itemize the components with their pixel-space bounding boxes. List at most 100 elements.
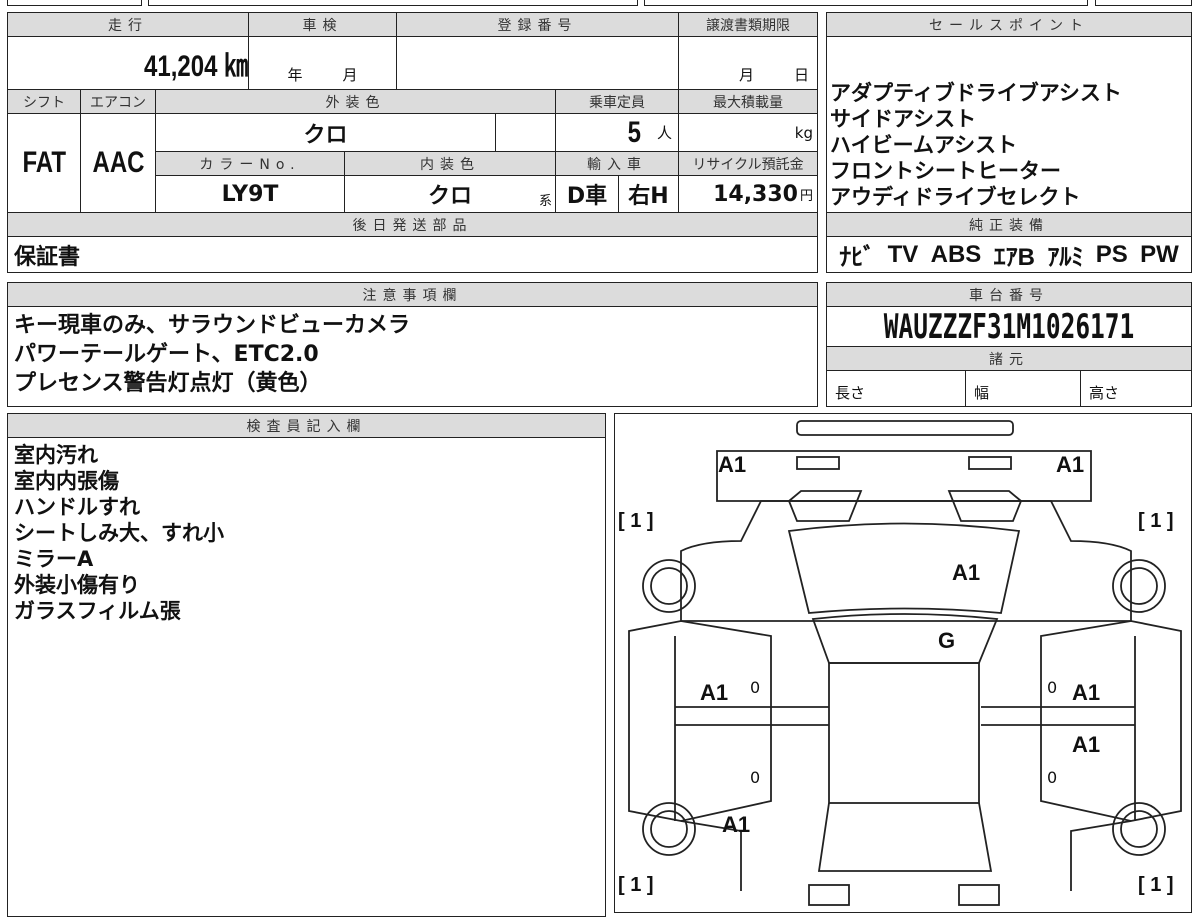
recycle-header: リサイクル預託金 xyxy=(678,151,818,176)
color-no-header: カラーNo. xyxy=(155,151,345,176)
tire-front-right: [ 1 ] xyxy=(1138,510,1174,532)
top-cell xyxy=(644,0,1088,6)
equipment-item: TV xyxy=(887,240,919,268)
later-parts-value: 保証書 xyxy=(7,236,818,273)
tire-rear-left: [ 1 ] xyxy=(618,874,654,896)
notes-header: 注意事項欄 xyxy=(7,282,818,307)
width-cell: 幅 xyxy=(965,370,1081,407)
import-handle-value: 右H xyxy=(618,175,679,213)
day-label: 日 xyxy=(793,66,809,84)
inspector-line: ハンドルすれ xyxy=(14,495,140,519)
registration-header: 登録番号 xyxy=(396,12,679,37)
recycle-unit: 円 xyxy=(799,188,813,204)
inspection-header: 車検 xyxy=(248,12,397,37)
sales-point: アウディドライブセレクト xyxy=(830,185,1081,209)
zero-mark: 0 xyxy=(1047,678,1058,697)
car-diagram xyxy=(614,413,1192,913)
front-left-mark: A1 xyxy=(718,452,747,477)
equipment-item: PW xyxy=(1140,240,1179,268)
front-right-mark: A1 xyxy=(1056,452,1085,477)
interior-color-text: クロ xyxy=(427,184,472,209)
windshield-mark: G xyxy=(938,628,956,653)
equipment-item: PS xyxy=(1095,240,1128,268)
transfer-deadline-value: 月日 xyxy=(678,36,818,90)
sales-points-header: セールスポイント xyxy=(826,12,1192,37)
import-header: 輸入車 xyxy=(555,151,679,176)
interior-suffix: 系 xyxy=(538,194,552,209)
equipment-item: ABS xyxy=(930,240,982,268)
capacity-value: 5人 xyxy=(555,113,679,152)
sales-point: サイドアシスト xyxy=(830,107,977,131)
inspector-line: シートしみ大、すれ小 xyxy=(14,521,224,545)
color-no-value: LY9T xyxy=(155,175,345,213)
height-cell: 高さ xyxy=(1080,370,1192,407)
zero-mark: 0 xyxy=(750,678,761,697)
left-rear-mark: A1 xyxy=(722,812,751,837)
recycle-text: 14,330 xyxy=(713,181,798,207)
top-cell xyxy=(1095,0,1192,6)
chassis-header: 車台番号 xyxy=(826,282,1192,307)
note-line: プレセンス警告灯点灯（黄色） xyxy=(14,371,322,396)
exterior-color-header: 外装色 xyxy=(155,89,556,114)
tire-rear-right: [ 1 ] xyxy=(1138,874,1174,896)
right-rear-door-mark: A1 xyxy=(1072,732,1101,757)
max-load-value: kg xyxy=(678,113,818,152)
sales-point: アダプティブドライブアシスト xyxy=(830,81,1122,105)
shift-value: FAT xyxy=(7,113,81,213)
note-line: パワーテールゲート、ETC2.0 xyxy=(14,342,319,367)
hood-mark: A1 xyxy=(952,560,981,585)
ac-text: AAC xyxy=(92,146,144,179)
inspector-line: 外装小傷有り xyxy=(14,573,140,597)
ac-value: AAC xyxy=(80,113,156,213)
exterior-color-value: クロ xyxy=(155,113,496,152)
vin-text: WAUZZZF31M1026171 xyxy=(883,306,1135,347)
left-front-door-mark: A1 xyxy=(700,680,729,705)
car-outline xyxy=(628,420,1182,906)
equipment-header: 純正装備 xyxy=(826,212,1192,237)
length-cell: 長さ xyxy=(826,370,966,407)
note-line: キー現車のみ、サラウンドビューカメラ xyxy=(14,313,411,338)
top-cell xyxy=(7,0,142,6)
spec-header: 諸元 xyxy=(826,346,1192,371)
month-label: 月 xyxy=(342,66,358,84)
exterior-color-extra xyxy=(495,113,556,152)
sales-point: フロントシートヒーター xyxy=(830,159,1061,183)
equipment-item: ﾅﾋﾞ xyxy=(839,244,876,271)
inspector-line: ミラーA xyxy=(14,547,94,571)
equipment-item: ｴｱB xyxy=(993,244,1035,271)
inspector-line: ガラスフィルム張 xyxy=(14,599,181,623)
sales-point: ハイビームアシスト xyxy=(830,133,1018,157)
year-label: 年 xyxy=(287,66,303,84)
inspection-value: 年月 xyxy=(248,36,397,90)
shift-text: FAT xyxy=(22,146,66,179)
inspector-header: 検査員記入欄 xyxy=(7,413,606,438)
recycle-value: 14,330 円 xyxy=(678,175,818,213)
capacity-text: 5 xyxy=(627,115,642,149)
month-label: 月 xyxy=(738,66,754,84)
inspector-body: 室内汚れ 室内内張傷 ハンドルすれ シートしみ大、すれ小 ミラーA 外装小傷有り… xyxy=(7,437,606,917)
top-cell xyxy=(148,0,638,6)
zero-mark: 0 xyxy=(750,768,761,787)
max-load-header: 最大積載量 xyxy=(678,89,818,114)
equipment-item: ｱﾙﾐ xyxy=(1047,244,1084,271)
interior-color-header: 内装色 xyxy=(344,151,556,176)
import-dealer-value: D車 xyxy=(555,175,619,213)
ac-header: エアコン xyxy=(80,89,156,114)
inspector-line: 室内汚れ xyxy=(14,443,98,467)
tire-front-left: [ 1 ] xyxy=(618,510,654,532)
later-parts-header: 後日発送部品 xyxy=(7,212,818,237)
mileage-value: 41,204 ㎞ xyxy=(7,36,249,90)
capacity-header: 乗車定員 xyxy=(555,89,679,114)
mileage-text: 41,204 ㎞ xyxy=(143,50,248,83)
vin-value: WAUZZZF31M1026171 xyxy=(826,306,1192,347)
transfer-deadline-header: 譲渡書類期限 xyxy=(678,12,818,37)
notes-body: キー現車のみ、サラウンドビューカメラ パワーテールゲート、ETC2.0 プレセン… xyxy=(7,306,818,407)
shift-header: シフト xyxy=(7,89,81,114)
registration-value xyxy=(396,36,679,90)
capacity-unit: 人 xyxy=(656,124,672,142)
interior-color-value: クロ 系 xyxy=(344,175,556,213)
inspector-line: 室内内張傷 xyxy=(14,469,119,493)
equipment-list: ﾅﾋﾞ TV ABS ｴｱB ｱﾙﾐ PS PW xyxy=(826,236,1192,273)
sales-points-list: アダプティブドライブアシスト サイドアシスト ハイビームアシスト フロントシート… xyxy=(826,36,1192,213)
right-front-door-mark: A1 xyxy=(1072,680,1101,705)
